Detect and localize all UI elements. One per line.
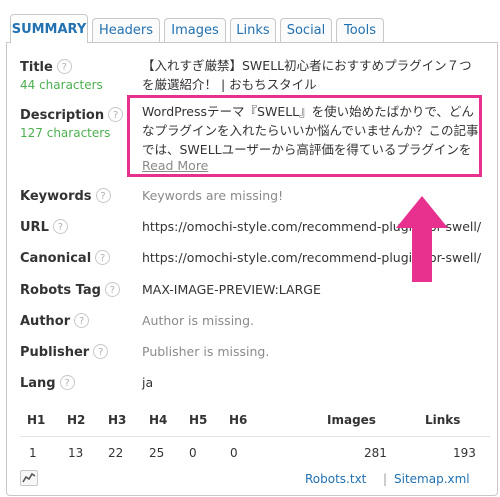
stats-divider (20, 436, 490, 437)
canonical-label: Canonical? (20, 250, 111, 266)
publisher-label: Publisher? (20, 344, 109, 360)
header-count-h1-label: H1 (27, 413, 46, 427)
header-count-h3: 22 (108, 446, 124, 460)
title-label: Title? (20, 59, 72, 75)
tab-links[interactable]: Links (230, 18, 276, 42)
help-icon[interactable]: ? (104, 282, 120, 297)
chart-line-icon[interactable] (20, 470, 38, 486)
tab-headers[interactable]: Headers (92, 18, 160, 42)
header-count-h4: 25 (149, 446, 165, 460)
url-label: URL? (20, 219, 68, 235)
header-count-h6: 0 (230, 446, 238, 460)
description-char-count: 127 characters (20, 126, 111, 140)
header-count-h4-label: H4 (149, 413, 168, 427)
header-count-h5: 0 (189, 446, 197, 460)
tab-images[interactable]: Images (164, 18, 226, 42)
title-char-count: 44 characters (20, 78, 103, 92)
help-icon[interactable]: ? (95, 188, 111, 203)
author-label: Author? (20, 313, 90, 329)
description-highlight-box (127, 95, 482, 177)
footer-separator: | (383, 472, 388, 486)
help-icon[interactable]: ? (74, 313, 90, 328)
author-value: Author is missing. (142, 313, 254, 328)
robots-tag-label: Robots Tag? (20, 282, 120, 298)
tab-tools[interactable]: Tools (336, 18, 384, 42)
keywords-label: Keywords? (20, 188, 111, 204)
header-count-h6-label: H6 (229, 413, 248, 427)
images-count-label: Images (327, 413, 376, 427)
help-icon[interactable]: ? (59, 375, 75, 390)
lang-value: ja (142, 375, 154, 390)
header-count-h1: 1 (29, 446, 37, 460)
help-icon[interactable]: ? (56, 59, 72, 74)
header-count-h5-label: H5 (189, 413, 208, 427)
help-icon[interactable]: ? (52, 219, 68, 234)
links-count: 193 (453, 446, 476, 460)
help-icon[interactable]: ? (95, 250, 111, 265)
robots-txt-link[interactable]: Robots.txt (305, 472, 366, 486)
up-arrow-icon (396, 196, 448, 282)
help-icon[interactable]: ? (108, 107, 124, 122)
help-icon[interactable]: ? (93, 344, 109, 359)
header-count-h3-label: H3 (108, 413, 127, 427)
links-count-label: Links (425, 413, 461, 427)
lang-label: Lang? (20, 375, 75, 391)
publisher-value: Publisher is missing. (142, 344, 270, 359)
header-count-h2-label: H2 (67, 413, 86, 427)
title-value: 【入れすぎ厳禁】SWELL初心者におすすめプラグイン７つを厳選紹介！ | おもち… (142, 58, 472, 92)
tab-social[interactable]: Social (280, 18, 332, 42)
description-label: Description? (20, 107, 124, 123)
tab-summary[interactable]: SUMMARY (10, 14, 88, 43)
header-count-h2: 13 (68, 446, 84, 460)
images-count: 281 (364, 446, 387, 460)
sitemap-xml-link[interactable]: Sitemap.xml (394, 472, 470, 486)
